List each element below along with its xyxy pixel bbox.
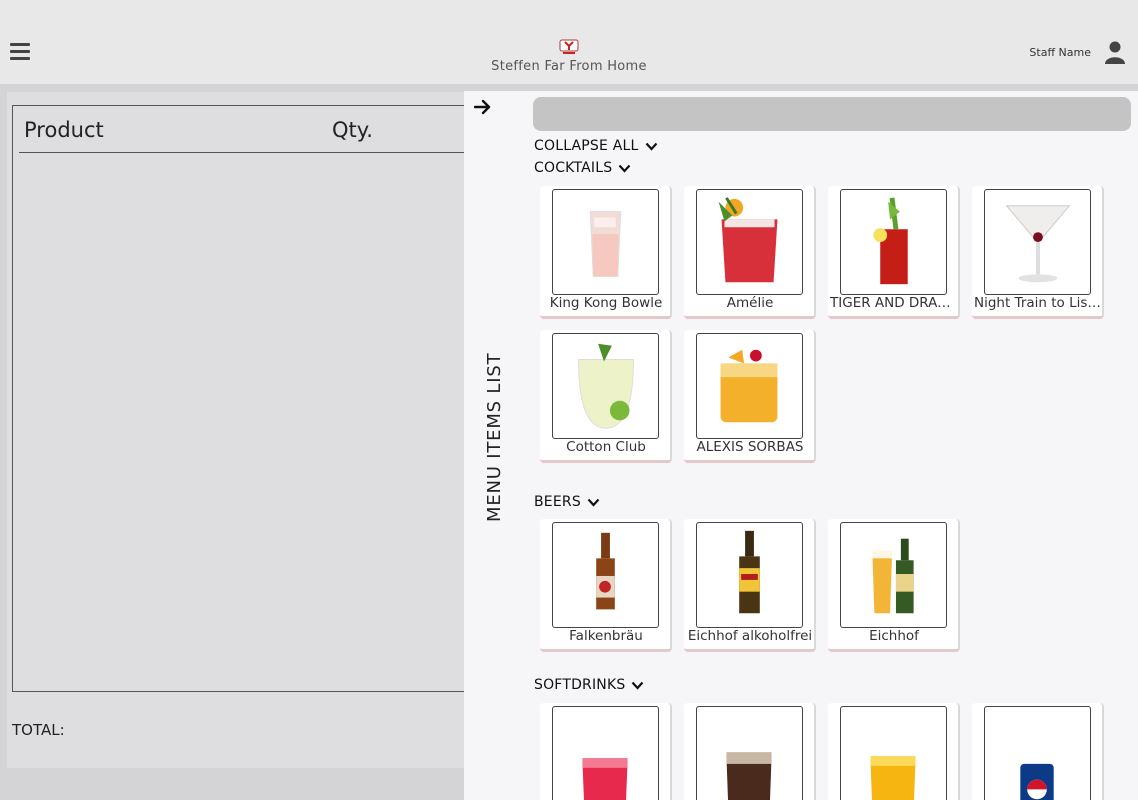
menu-item-card[interactable] [540,703,672,800]
item-name: Falkenbräu [569,628,643,644]
drink-image [984,706,1091,800]
drink-image [696,522,803,628]
menu-item-card[interactable]: King Kong Bowle [540,186,672,319]
menu-item-card[interactable]: Falkenbräu [540,519,672,652]
item-name: Eichhof [869,628,919,644]
hamburger-menu-icon[interactable] [10,43,30,60]
qty-column-header: Qty. [332,118,373,142]
drink-image [984,189,1091,295]
menu-item-card[interactable] [684,703,816,800]
drink-image [696,706,803,800]
item-name: ALEXIS SORBAS [696,439,804,455]
item-name: King Kong Bowle [549,295,663,311]
item-name: Cotton Club [566,439,646,455]
total-label: TOTAL: [12,721,65,739]
chevron-down-icon [587,498,600,507]
chevron-down-icon [619,164,631,173]
menu-item-card[interactable] [828,703,960,800]
menu-item-card[interactable]: ALEXIS SORBAS [684,330,816,463]
item-name: TIGER AND DRAGON [830,295,960,311]
category-header-softdrinks[interactable]: SOFTDRINKS [534,677,644,693]
chevron-down-icon [632,681,644,690]
drink-image [552,522,659,628]
user-icon[interactable] [1103,40,1127,64]
product-column-header: Product [24,118,104,142]
menu-item-card[interactable]: Eichhof [828,519,960,652]
shop-logo [559,39,579,54]
menu-item-card[interactable]: Amélie [684,186,816,319]
category-label: COCKTAILS [534,160,613,176]
item-name: Night Train to Lisbon [974,295,1104,311]
collapse-all-label: COLLAPSE ALL [534,138,639,154]
item-name: Amélie [726,295,774,311]
menu-item-card[interactable] [972,703,1104,800]
drink-image [696,333,803,439]
category-header-cocktails[interactable]: COCKTAILS [534,160,631,176]
menu-item-card[interactable]: TIGER AND DRAGON [828,186,960,319]
category-label: SOFTDRINKS [534,677,626,693]
order-table: Product Qty. [12,105,492,692]
drink-image [840,189,947,295]
search-input[interactable] [533,97,1131,131]
collapse-all-toggle[interactable]: COLLAPSE ALL [534,138,658,154]
order-panel: Product Qty. TOTAL: [7,92,492,768]
item-name: Eichhof alkoholfrei [687,628,813,644]
shop-name: Steffen Far From Home [491,59,647,74]
category-header-beers[interactable]: BEERS [534,494,600,510]
menu-item-card[interactable]: Cotton Club [540,330,672,463]
arrow-right-icon[interactable] [474,99,492,115]
category-label: BEERS [534,494,581,510]
menu-items-panel: MENU ITEMS LIST COLLAPSE ALL COCKTAILS K… [464,91,1138,800]
menu-items-list-title: MENU ITEMS LIST [484,352,505,522]
staff-name: Staff Name [1029,46,1091,59]
drink-image [552,333,659,439]
drink-image [552,189,659,295]
drink-image [840,522,947,628]
drink-image [552,706,659,800]
table-header-divider [19,152,489,153]
menu-item-card[interactable]: Night Train to Lisbon [972,186,1104,319]
app-header: Steffen Far From Home Staff Name [0,0,1138,84]
drink-image [696,189,803,295]
drink-image [840,706,947,800]
chevron-down-icon [645,142,657,151]
menu-item-card[interactable]: Eichhof alkoholfrei [684,519,816,652]
